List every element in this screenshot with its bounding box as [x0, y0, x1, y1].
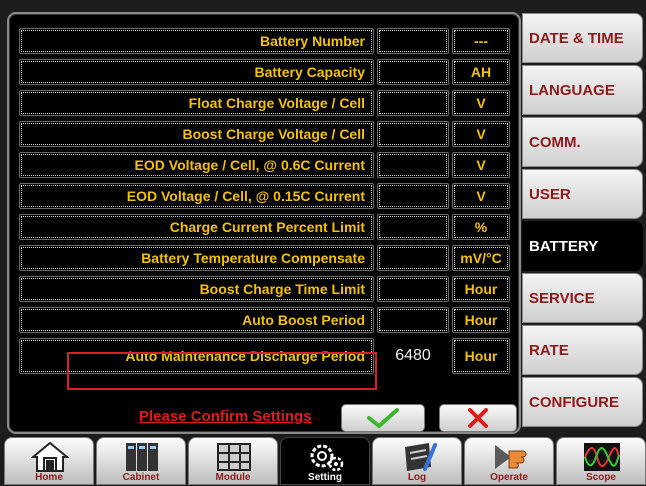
tab-configure[interactable]: CONFIGURE: [522, 377, 643, 427]
label-battery-capacity: Battery Capacity: [19, 59, 374, 85]
tab-rate[interactable]: RATE: [522, 325, 643, 375]
tab-comm[interactable]: COMM.: [522, 117, 643, 167]
tab-label: COMM.: [529, 133, 581, 151]
nav-label: Operate: [490, 472, 528, 483]
label-auto-maintenance-discharge: Auto Maintenance Discharge Period: [19, 338, 374, 374]
unit-boost-charge-time-limit: Hour: [452, 276, 510, 302]
value-eod-voltage-06c[interactable]: [377, 152, 449, 178]
label-eod-voltage-015c: EOD Voltage / Cell, @ 0.15C Current: [19, 183, 374, 209]
unit-charge-current-limit: %: [452, 214, 510, 240]
unit-battery-temp-compensate: mV/°C: [452, 245, 510, 271]
nav-operate[interactable]: Operate: [464, 437, 554, 485]
nav-setting[interactable]: Setting: [280, 437, 370, 485]
unit-battery-number: ---: [452, 28, 510, 54]
tab-label: CONFIGURE: [529, 393, 619, 411]
nav-label: Cabinet: [122, 472, 160, 483]
unit-eod-voltage-06c: V: [452, 152, 510, 178]
label-boost-charge-voltage: Boost Charge Voltage / Cell: [19, 121, 374, 147]
tab-label: SERVICE: [529, 289, 595, 307]
value-auto-maintenance-discharge[interactable]: 6480: [377, 338, 449, 374]
value-battery-capacity[interactable]: [377, 59, 449, 85]
unit-boost-charge-voltage: V: [452, 121, 510, 147]
waveform-icon: [584, 443, 620, 471]
label-boost-charge-time-limit: Boost Charge Time Limit: [19, 276, 374, 302]
value-eod-voltage-015c[interactable]: [377, 183, 449, 209]
tab-label: USER: [529, 185, 571, 203]
value-float-charge-voltage[interactable]: [377, 90, 449, 116]
nav-log[interactable]: Log: [372, 437, 462, 485]
unit-auto-boost-period: Hour: [452, 307, 510, 333]
label-battery-number: Battery Number: [19, 28, 374, 54]
value-auto-boost-period[interactable]: [377, 307, 449, 333]
module-icon: [217, 443, 251, 471]
tab-label: RATE: [529, 341, 569, 359]
tab-service[interactable]: SERVICE: [522, 273, 643, 323]
tab-label: DATE & TIME: [529, 29, 624, 47]
tab-language[interactable]: LANGUAGE: [522, 65, 643, 115]
confirm-cancel-button[interactable]: [439, 404, 517, 432]
gears-icon: [310, 444, 344, 472]
log-icon: [405, 443, 437, 471]
tab-date-time[interactable]: DATE & TIME: [522, 13, 643, 63]
label-float-charge-voltage: Float Charge Voltage / Cell: [19, 90, 374, 116]
nav-cabinet[interactable]: Cabinet: [96, 437, 186, 485]
hand-pointer-icon: [495, 445, 527, 469]
close-icon: [468, 408, 488, 428]
value-boost-charge-voltage[interactable]: [377, 121, 449, 147]
unit-float-charge-voltage: V: [452, 90, 510, 116]
value-boost-charge-time-limit[interactable]: [377, 276, 449, 302]
checkmark-icon: [367, 408, 399, 428]
tab-battery[interactable]: BATTERY: [522, 221, 643, 271]
label-eod-voltage-06c: EOD Voltage / Cell, @ 0.6C Current: [19, 152, 374, 178]
nav-label: Setting: [308, 472, 342, 483]
label-auto-boost-period: Auto Boost Period: [19, 307, 374, 333]
nav-label: Log: [407, 472, 427, 483]
nav-home[interactable]: Home: [4, 437, 94, 485]
cabinet-icon: [126, 443, 158, 471]
nav-label: Home: [35, 472, 63, 483]
tab-label: LANGUAGE: [529, 81, 615, 99]
nav-label: Module: [215, 472, 251, 483]
confirm-settings-text: Please Confirm Settings: [139, 408, 312, 425]
tab-label: BATTERY: [529, 237, 599, 255]
nav-module[interactable]: Module: [188, 437, 278, 485]
value-battery-number[interactable]: [377, 28, 449, 54]
unit-eod-voltage-015c: V: [452, 183, 510, 209]
nav-scope[interactable]: Scope: [556, 437, 646, 485]
nav-label: Scope: [585, 472, 616, 483]
battery-settings-panel: Battery Number --- Battery Capacity AH F…: [7, 12, 521, 434]
home-icon: [31, 441, 69, 472]
unit-auto-maintenance-discharge: Hour: [452, 338, 510, 374]
confirm-ok-button[interactable]: [341, 404, 425, 432]
label-charge-current-limit: Charge Current Percent Limit: [19, 214, 374, 240]
tab-user[interactable]: USER: [522, 169, 643, 219]
unit-battery-capacity: AH: [452, 59, 510, 85]
value-battery-temp-compensate[interactable]: [377, 245, 449, 271]
label-battery-temp-compensate: Battery Temperature Compensate: [19, 245, 374, 271]
value-charge-current-limit[interactable]: [377, 214, 449, 240]
